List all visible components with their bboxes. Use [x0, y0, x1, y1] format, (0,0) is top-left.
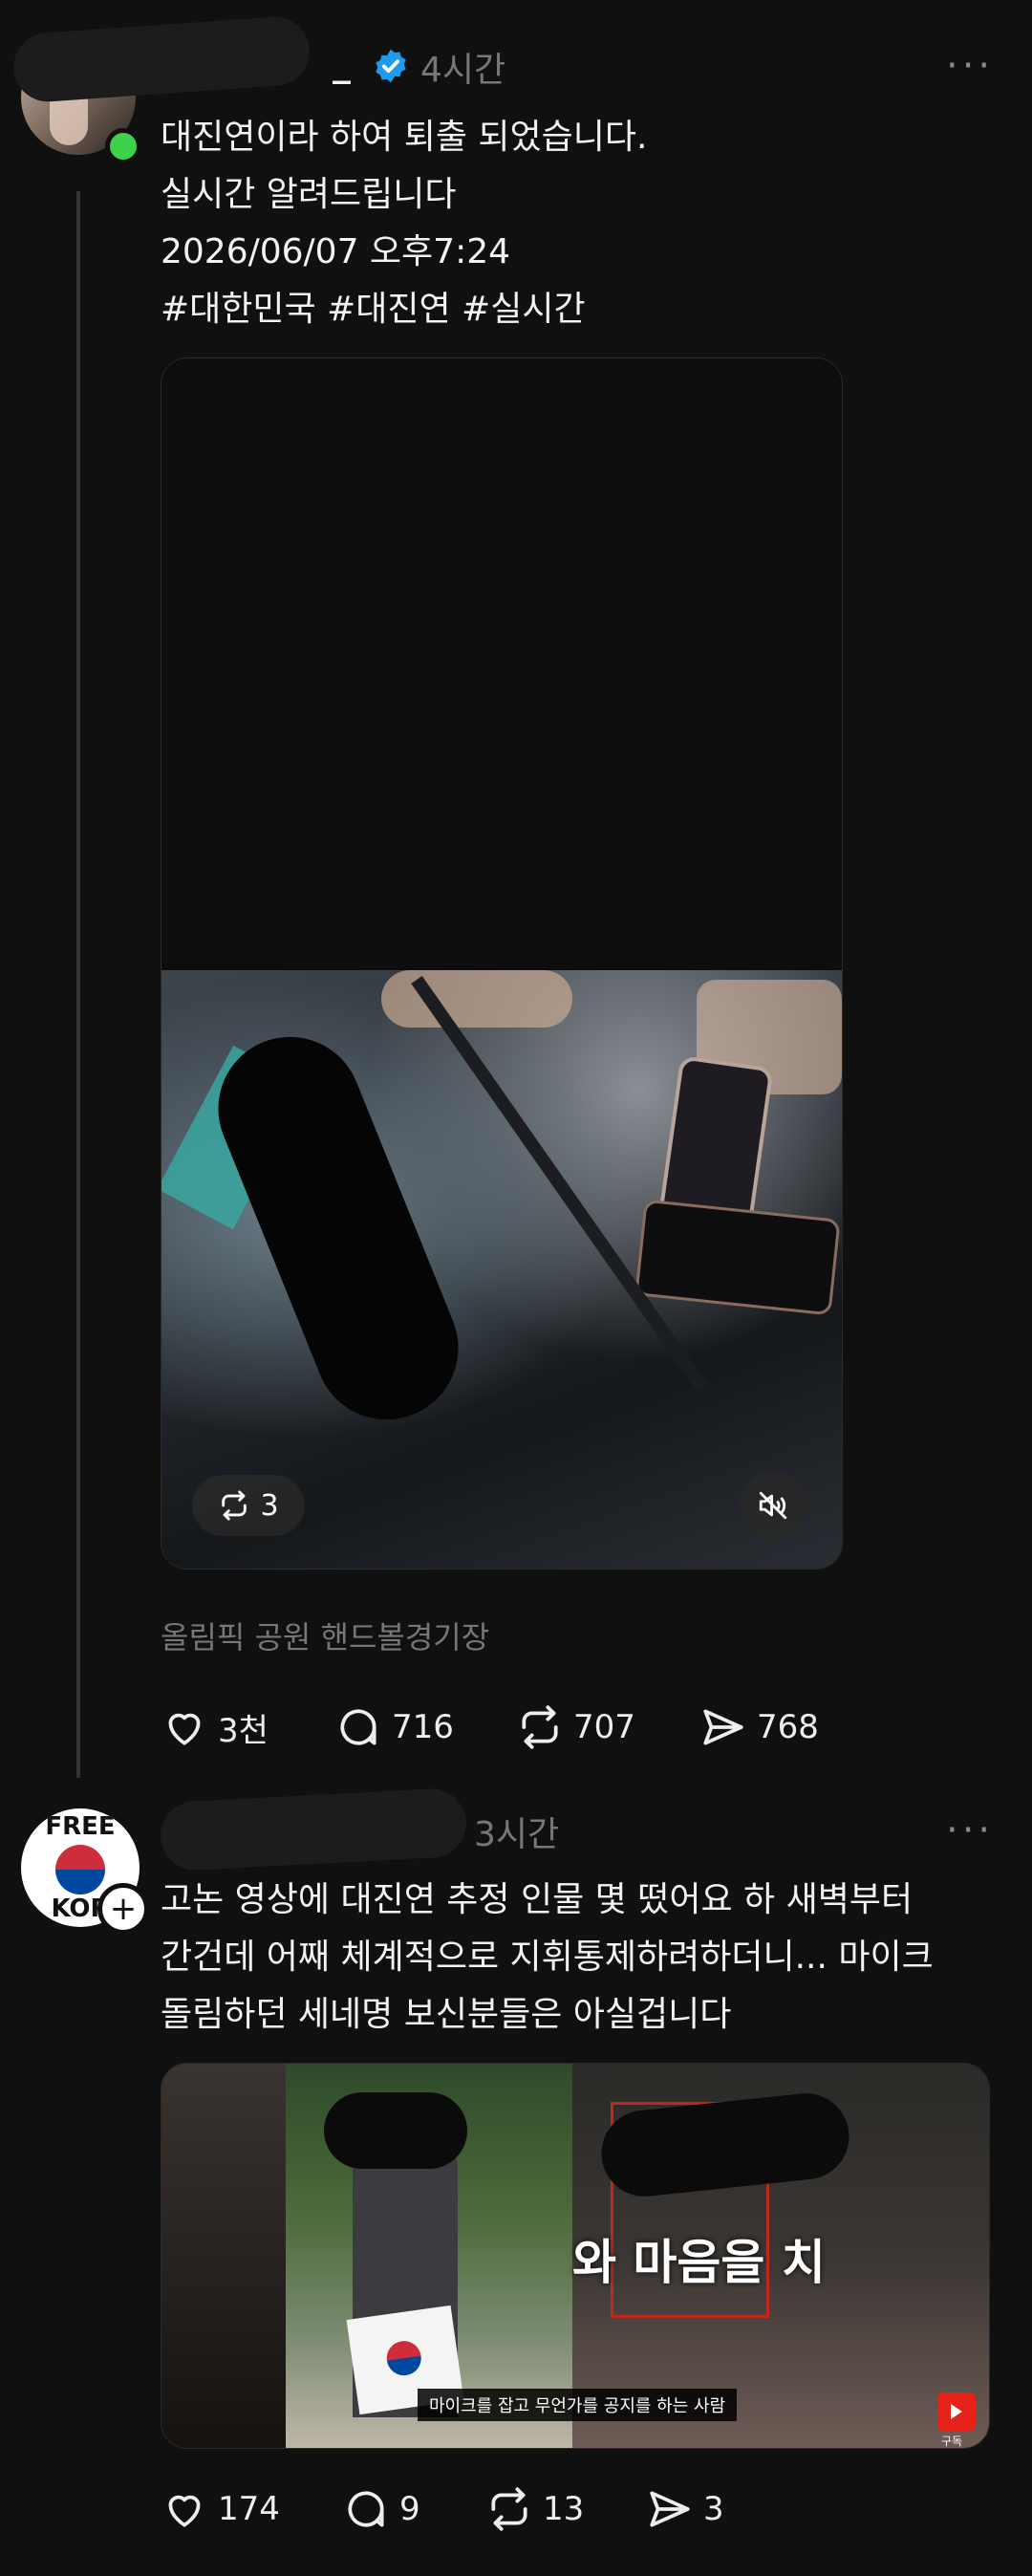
post-line: 돌림하던 세네명 보신분들은 아실겁니다: [161, 1995, 732, 2034]
thread-line: [76, 191, 80, 1778]
share-count: 768: [757, 1708, 819, 1746]
username[interactable]: _: [333, 42, 351, 84]
speaker-muted-icon: [757, 1489, 789, 1522]
post-body: 대진연이라 하여 퇴출 되었습니다. 실시간 알려드립니다 2026/06/07…: [161, 109, 1001, 338]
post-time: 4시간: [420, 51, 506, 90]
reply-button[interactable]: 716: [334, 1703, 454, 1751]
more-options-icon[interactable]: ···: [946, 1808, 994, 1852]
repost-count: 707: [573, 1708, 635, 1746]
post-line: 2026/06/07 오후7:24: [161, 232, 511, 271]
follow-plus-button[interactable]: +: [97, 1883, 149, 1935]
repost-count-badge: 3: [192, 1475, 305, 1536]
like-count: 174: [218, 2490, 280, 2528]
hashtags[interactable]: #대한민국 #대진연 #실시간: [161, 281, 1001, 338]
repost-badge-count: 3: [260, 1488, 279, 1523]
post-line: 대진연이라 하여 퇴출 되었습니다.: [161, 118, 648, 157]
comment-icon: [342, 2485, 399, 2533]
online-status-dot: [105, 128, 141, 164]
comment-icon: [334, 1703, 392, 1751]
youtube-icon: [937, 2392, 976, 2431]
youtube-subscribe-label: 구독: [941, 2435, 963, 2448]
heart-icon: [161, 1703, 218, 1751]
like-count: 3천: [218, 1711, 269, 1750]
repost-icon: [218, 1489, 250, 1522]
share-count: 3: [703, 2490, 724, 2528]
reply-count: 716: [392, 1708, 454, 1746]
reply-button[interactable]: 9: [342, 2485, 420, 2533]
post-video-thumbnail[interactable]: 와 마음을 치 구독 마이크를 잡고 무언가를 공지를 하는 사람: [161, 2063, 990, 2449]
reply-count: 9: [399, 2490, 420, 2528]
face-redaction: [196, 1015, 481, 1441]
more-options-icon[interactable]: ···: [946, 44, 994, 88]
repost-button[interactable]: 707: [516, 1703, 635, 1751]
username-redaction: [11, 14, 312, 104]
repost-icon: [516, 1703, 573, 1751]
verified-badge-icon: [373, 48, 409, 84]
repost-count: 13: [543, 2490, 585, 2528]
send-icon: [699, 1703, 757, 1751]
post-line: 고논 영상에 대진연 추정 인물 몇 떴어요 하 새벽부터: [161, 1880, 914, 1919]
repost-button[interactable]: 13: [485, 2485, 584, 2533]
face-redaction: [324, 2092, 467, 2169]
heart-icon: [161, 2485, 218, 2533]
post-line: 실시간 알려드립니다: [161, 175, 457, 214]
like-button[interactable]: 3천: [161, 1703, 269, 1751]
video-caption: 마이크를 잡고 무언가를 공지를 하는 사람: [418, 2389, 738, 2421]
post-line: 간건데 어째 체계적으로 지휘통제하려하더니... 마이크: [161, 1937, 934, 1977]
avatar-text-top: FREE: [45, 1812, 116, 1841]
taegeuk-icon: [55, 1845, 105, 1894]
repost-icon: [485, 2485, 543, 2533]
location-tag[interactable]: 올림픽 공원 핸드볼경기장: [161, 1613, 489, 1657]
plus-icon: +: [109, 1890, 138, 1928]
username-redaction: [159, 1786, 468, 1872]
post-body: 고논 영상에 대진연 추정 인물 몇 떴어요 하 새벽부터 간건데 어째 체계적…: [161, 1872, 1021, 2044]
post-time: 3시간: [474, 1815, 560, 1854]
share-button[interactable]: 3: [646, 2485, 724, 2533]
like-button[interactable]: 174: [161, 2485, 280, 2533]
mute-button[interactable]: [739, 1471, 807, 1540]
post-video[interactable]: 3: [161, 357, 843, 1569]
send-icon: [646, 2485, 703, 2533]
video-overlay-text: 와 마음을 치: [572, 2235, 826, 2290]
share-button[interactable]: 768: [699, 1703, 819, 1751]
